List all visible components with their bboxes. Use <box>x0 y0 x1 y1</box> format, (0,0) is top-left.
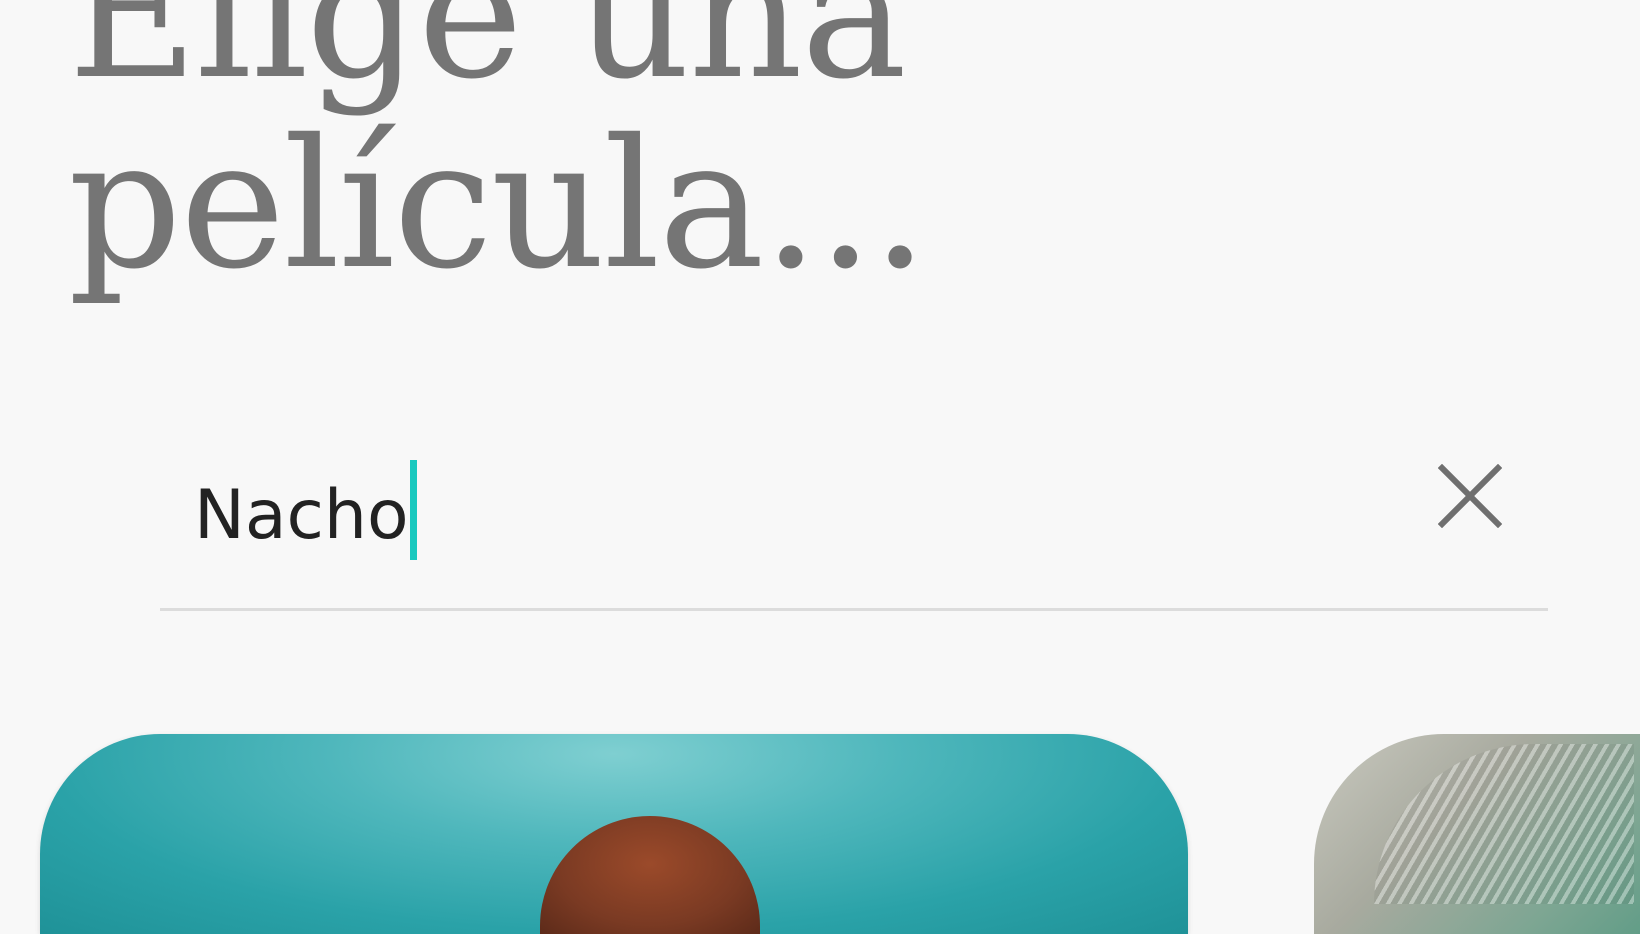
clear-search-button[interactable] <box>1424 450 1516 542</box>
poster-artwork <box>1374 744 1634 904</box>
search-input[interactable]: Nacho <box>194 460 417 560</box>
search-bar: Nacho <box>160 438 1548 560</box>
close-icon <box>1438 464 1502 528</box>
movie-poster-card-1[interactable] <box>40 734 1188 934</box>
page-title-line-2: película... <box>68 101 928 308</box>
search-input-text: Nacho <box>194 476 409 555</box>
poster-artwork <box>540 816 760 934</box>
page-title-line-1: Elige una <box>68 0 907 118</box>
search-underline <box>160 608 1548 611</box>
page-title: Elige una película... <box>68 0 928 308</box>
text-caret <box>409 460 417 560</box>
movie-poster-card-2[interactable] <box>1314 734 1640 934</box>
